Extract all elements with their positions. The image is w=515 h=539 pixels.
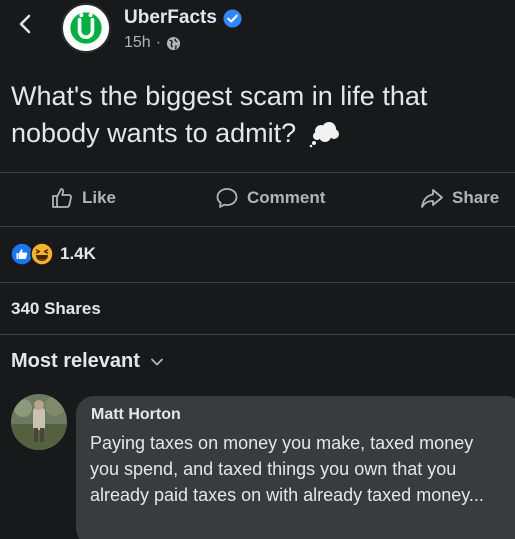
post-meta: 15h · (124, 34, 181, 52)
haha-reaction-icon (30, 242, 54, 266)
facebook-post-view: UberFacts 15h · What's the biggest scam … (0, 0, 515, 539)
share-button[interactable]: Share (420, 186, 499, 210)
comment-filter-label: Most relevant (11, 350, 140, 372)
share-label: Share (452, 188, 500, 207)
thumbs-up-icon (52, 188, 72, 208)
page-name[interactable]: UberFacts (124, 7, 217, 29)
comment-bubble-icon (216, 188, 238, 208)
reactions-summary[interactable]: 1.4K (10, 242, 96, 266)
meta-separator: · (155, 34, 162, 51)
reaction-count: 1.4K (60, 244, 96, 263)
uberfacts-logo-avatar[interactable] (61, 3, 111, 53)
comment-filter-dropdown[interactable]: Most relevant (11, 350, 164, 373)
comment-bubble: Matt Horton Paying taxes on money you ma… (76, 396, 515, 539)
post-timestamp[interactable]: 15h (124, 34, 151, 52)
post-text-content: What's the biggest scam in life that nob… (11, 81, 428, 148)
comment-text: Paying taxes on money you make, taxed mo… (90, 433, 484, 505)
divider (0, 172, 515, 173)
page-name-link[interactable]: UberFacts (124, 7, 242, 29)
post-action-bar: Like Comment Share (0, 178, 515, 222)
commenter-avatar[interactable] (11, 394, 67, 450)
divider (0, 334, 515, 335)
comment-label: Comment (247, 188, 326, 207)
like-label: Like (82, 188, 117, 207)
shares-count[interactable]: 340 Shares (11, 299, 101, 319)
comment-button[interactable]: Comment (215, 186, 325, 210)
divider (0, 226, 515, 227)
share-arrow-icon (421, 189, 443, 208)
back-arrow-icon[interactable] (14, 12, 38, 36)
comment-author[interactable]: Matt Horton (91, 406, 510, 424)
like-button[interactable]: Like (50, 186, 116, 210)
divider (0, 282, 515, 283)
verified-badge-icon (223, 8, 242, 28)
chevron-down-icon (151, 358, 163, 365)
post-text: What's the biggest scam in life that nob… (11, 78, 506, 152)
globe-icon (166, 36, 181, 50)
thought-balloon-emoji-icon (309, 122, 339, 148)
